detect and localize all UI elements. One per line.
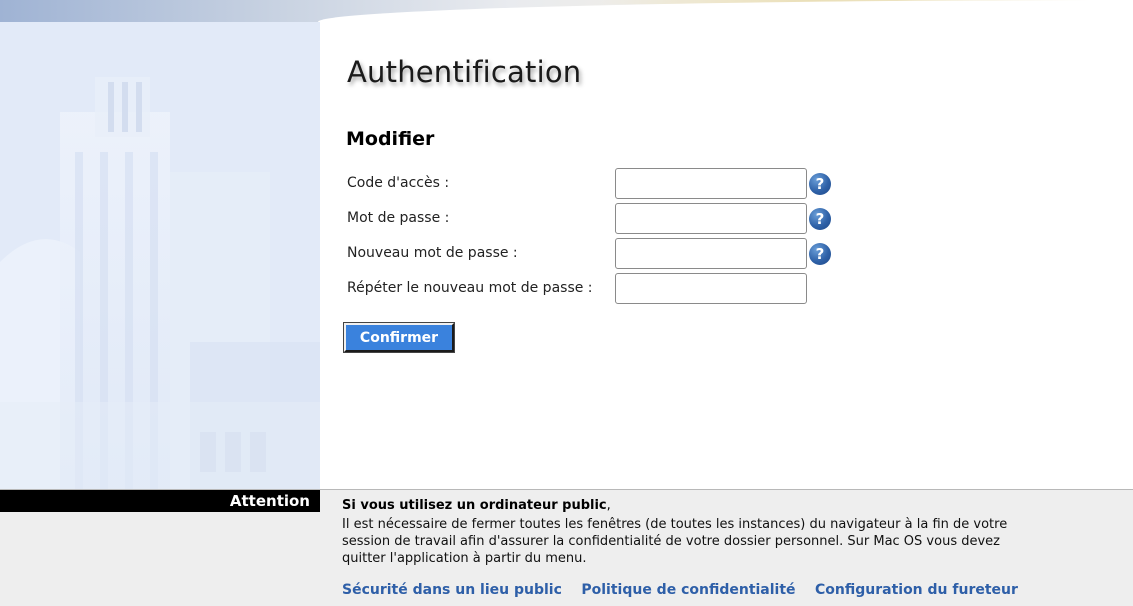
building-illustration [0, 22, 320, 489]
notice-heading-bold: Si vous utilisez un ordinateur public [342, 498, 607, 513]
banner-curve [318, 0, 1133, 22]
question-circle-icon[interactable]: ? [809, 173, 831, 195]
footer: Attention Si vous utilisez un ordinateur… [0, 489, 1133, 606]
notice-heading: Si vous utilisez un ordinateur public, [342, 498, 611, 513]
form-row-new-password: Nouveau mot de passe : ? [347, 238, 847, 270]
new-password-input[interactable] [615, 238, 807, 269]
question-circle-icon[interactable]: ? [809, 208, 831, 230]
link-browser-config[interactable]: Configuration du fureteur [815, 582, 1018, 598]
confirm-button[interactable]: Confirmer [343, 322, 455, 353]
form-row-password: Mot de passe : ? [347, 203, 847, 235]
left-decorative-panel [0, 22, 320, 489]
password-label: Mot de passe : [347, 210, 450, 226]
notice-heading-tail: , [606, 498, 611, 513]
attention-label: Attention [0, 490, 320, 512]
password-input[interactable] [615, 203, 807, 234]
link-privacy-policy[interactable]: Politique de confidentialité [581, 582, 795, 598]
section-title: Modifier [346, 128, 435, 150]
new-password-label: Nouveau mot de passe : [347, 245, 518, 261]
notice-body: Il est nécessaire de fermer toutes les f… [342, 517, 1008, 566]
footer-links: Sécurité dans un lieu public Politique d… [342, 582, 1033, 598]
link-public-security[interactable]: Sécurité dans un lieu public [342, 582, 562, 598]
access-code-input[interactable] [615, 168, 807, 199]
repeat-password-label: Répéter le nouveau mot de passe : [347, 280, 593, 296]
header-banner [0, 0, 1133, 22]
form-row-repeat-password: Répéter le nouveau mot de passe : [347, 273, 847, 305]
form-row-access-code: Code d'accès : ? [347, 168, 847, 200]
repeat-password-input[interactable] [615, 273, 807, 304]
access-code-label: Code d'accès : [347, 175, 450, 191]
question-circle-icon[interactable]: ? [809, 243, 831, 265]
page-title: Authentification [347, 55, 582, 89]
